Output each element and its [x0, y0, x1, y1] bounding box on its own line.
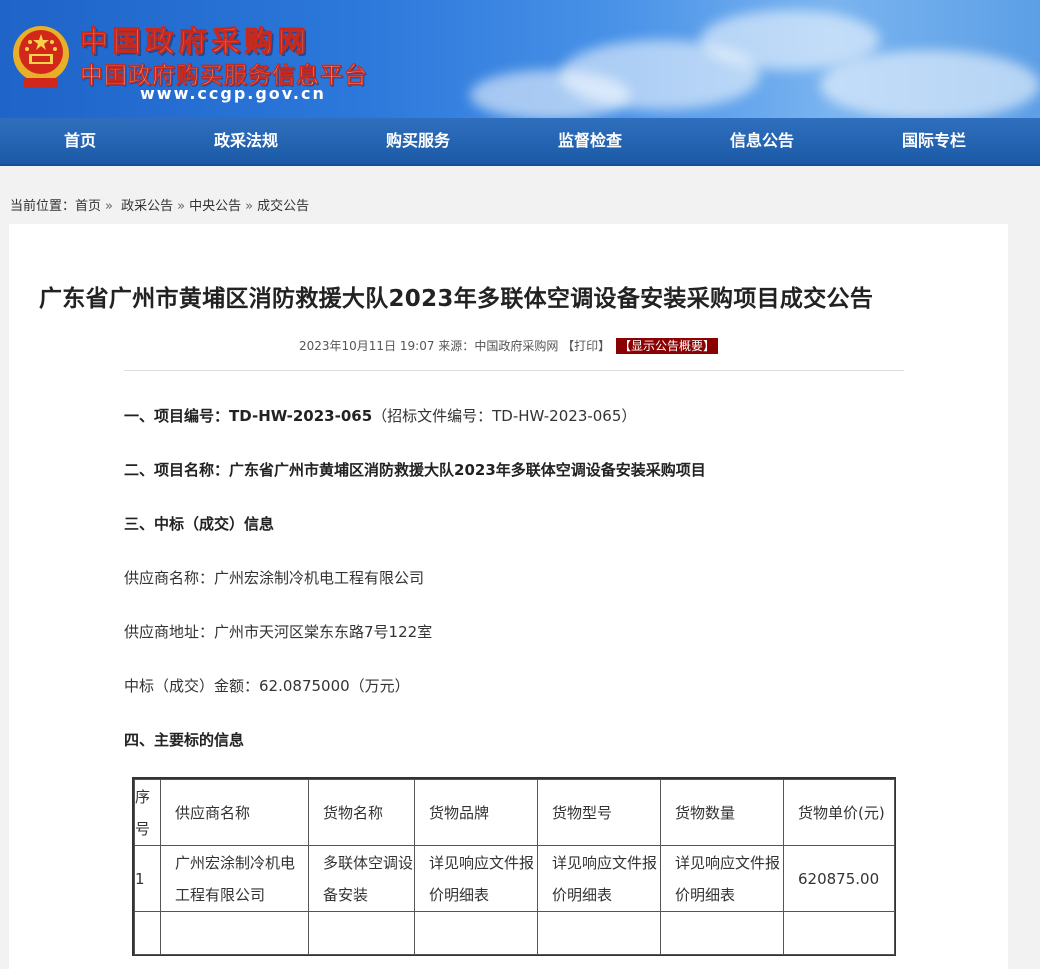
table-cell: 620875.00 [783, 845, 895, 912]
table-header-cell: 货物数量 [660, 779, 784, 846]
breadcrumb-prefix: 当前位置： [10, 199, 76, 214]
table-header-row: 序号 供应商名称 货物名称 货物品牌 货物型号 货物数量 货物单价(元) [134, 779, 895, 846]
publish-datetime: 2023年10月11日 19:07 [298, 339, 435, 353]
table-cell: 1 [134, 845, 161, 912]
breadcrumb-deal-notices[interactable]: 成交公告 [257, 199, 309, 214]
amount-value: 62.0875000（万元） [259, 677, 410, 695]
breadcrumb: 当前位置：首页» 政采公告» 中央公告» 成交公告 [10, 195, 309, 214]
supplier-address-line: 供应商地址：广州市天河区棠东东路7号122室 [124, 621, 432, 642]
amount-label: 中标（成交）金额： [124, 677, 260, 695]
project-number-line: 一、项目编号：TD-HW-2023-065（招标文件编号：TD-HW-2023-… [124, 405, 636, 426]
nav-item-home[interactable]: 首页 [0, 118, 160, 164]
project-name: 广东省广州市黄埔区消防救援大队2023年多联体空调设备安装采购项目 [229, 461, 706, 479]
main-nav: 首页 政采法规 购买服务 监督检查 信息公告 国际专栏 [0, 118, 1040, 166]
site-title: 中国政府采购网 [79, 25, 312, 59]
breadcrumb-procurement-notices[interactable]: 政采公告 [121, 199, 173, 214]
national-emblem-icon [13, 26, 69, 88]
table-cell [308, 911, 415, 955]
site-banner: 中国政府采购网 中国政府购买服务信息平台 www.ccgp.gov.cn [0, 0, 1040, 118]
article-title: 广东省广州市黄埔区消防救援大队2023年多联体空调设备安装采购项目成交公告 [39, 286, 874, 312]
breadcrumb-central-notices[interactable]: 中央公告 [189, 199, 241, 214]
table-cell [414, 911, 538, 955]
table-cell: 多联体空调设备安装 [308, 845, 415, 912]
table-row [134, 911, 895, 955]
source-name: 中国政府采购网 [474, 339, 559, 353]
main-info-table: 序号 供应商名称 货物名称 货物品牌 货物型号 货物数量 货物单价(元) 1 广… [132, 777, 896, 956]
nav-item-international[interactable]: 国际专栏 [848, 118, 1020, 164]
table-cell [783, 911, 895, 955]
project-name-line: 二、项目名称：广东省广州市黄埔区消防救援大队2023年多联体空调设备安装采购项目 [124, 459, 706, 480]
nav-item-announcements[interactable]: 信息公告 [676, 118, 848, 164]
table-cell [660, 911, 784, 955]
supplier-address-label: 供应商地址： [124, 623, 215, 641]
print-link[interactable]: 【打印】 [562, 339, 610, 353]
table-header-cell: 序号 [134, 779, 161, 846]
project-number-label: 一、项目编号： [124, 407, 230, 425]
breadcrumb-separator: » [245, 199, 254, 214]
breadcrumb-home[interactable]: 首页 [75, 199, 101, 214]
cloud-decoration [470, 70, 630, 118]
table-cell: 详见响应文件报价明细表 [414, 845, 538, 912]
source-label: 来源： [438, 339, 475, 353]
supplier-address: 广州市天河区棠东东路7号122室 [214, 623, 433, 641]
supplier-name-line: 供应商名称：广州宏涂制冷机电工程有限公司 [124, 567, 424, 588]
article-panel: 广东省广州市黄埔区消防救援大队2023年多联体空调设备安装采购项目成交公告 20… [9, 224, 1008, 969]
table-cell: 详见响应文件报价明细表 [660, 845, 784, 912]
show-summary-button[interactable]: 【显示公告概要】 [616, 338, 719, 354]
breadcrumb-separator: » [105, 199, 113, 214]
main-info-heading: 四、主要标的信息 [124, 731, 245, 749]
cloud-decoration [820, 50, 1040, 118]
nav-item-purchase-services[interactable]: 购买服务 [332, 118, 504, 164]
table-header-cell: 货物单价(元) [783, 779, 895, 846]
amount-line: 中标（成交）金额：62.0875000（万元） [124, 675, 410, 696]
table-header-cell: 货物品牌 [414, 779, 538, 846]
table-header-cell: 供应商名称 [160, 779, 309, 846]
supplier-name-label: 供应商名称： [124, 569, 215, 587]
table-header-cell: 货物名称 [308, 779, 415, 846]
winner-heading: 三、中标（成交）信息 [124, 515, 275, 533]
table-cell [537, 911, 661, 955]
table-cell: 详见响应文件报价明细表 [537, 845, 661, 912]
table-cell [134, 911, 161, 955]
breadcrumb-separator: » [177, 199, 186, 214]
nav-item-supervision[interactable]: 监督检查 [504, 118, 676, 164]
tender-doc-number: （招标文件编号：TD-HW-2023-065） [372, 407, 637, 425]
table-cell: 广州宏涂制冷机电工程有限公司 [160, 845, 309, 912]
divider [124, 370, 904, 371]
table-header-cell: 货物型号 [537, 779, 661, 846]
project-number: TD-HW-2023-065 [229, 407, 373, 425]
supplier-name: 广州宏涂制冷机电工程有限公司 [214, 569, 425, 587]
project-name-label: 二、项目名称： [124, 461, 230, 479]
table-cell [160, 911, 309, 955]
article-meta: 2023年10月11日 19:07 来源：中国政府采购网 【打印】 【显示公告概… [9, 337, 1008, 354]
site-url: www.ccgp.gov.cn [140, 84, 326, 103]
table-row: 1 广州宏涂制冷机电工程有限公司 多联体空调设备安装 详见响应文件报价明细表 详… [134, 845, 895, 912]
nav-item-regulations[interactable]: 政采法规 [160, 118, 332, 164]
